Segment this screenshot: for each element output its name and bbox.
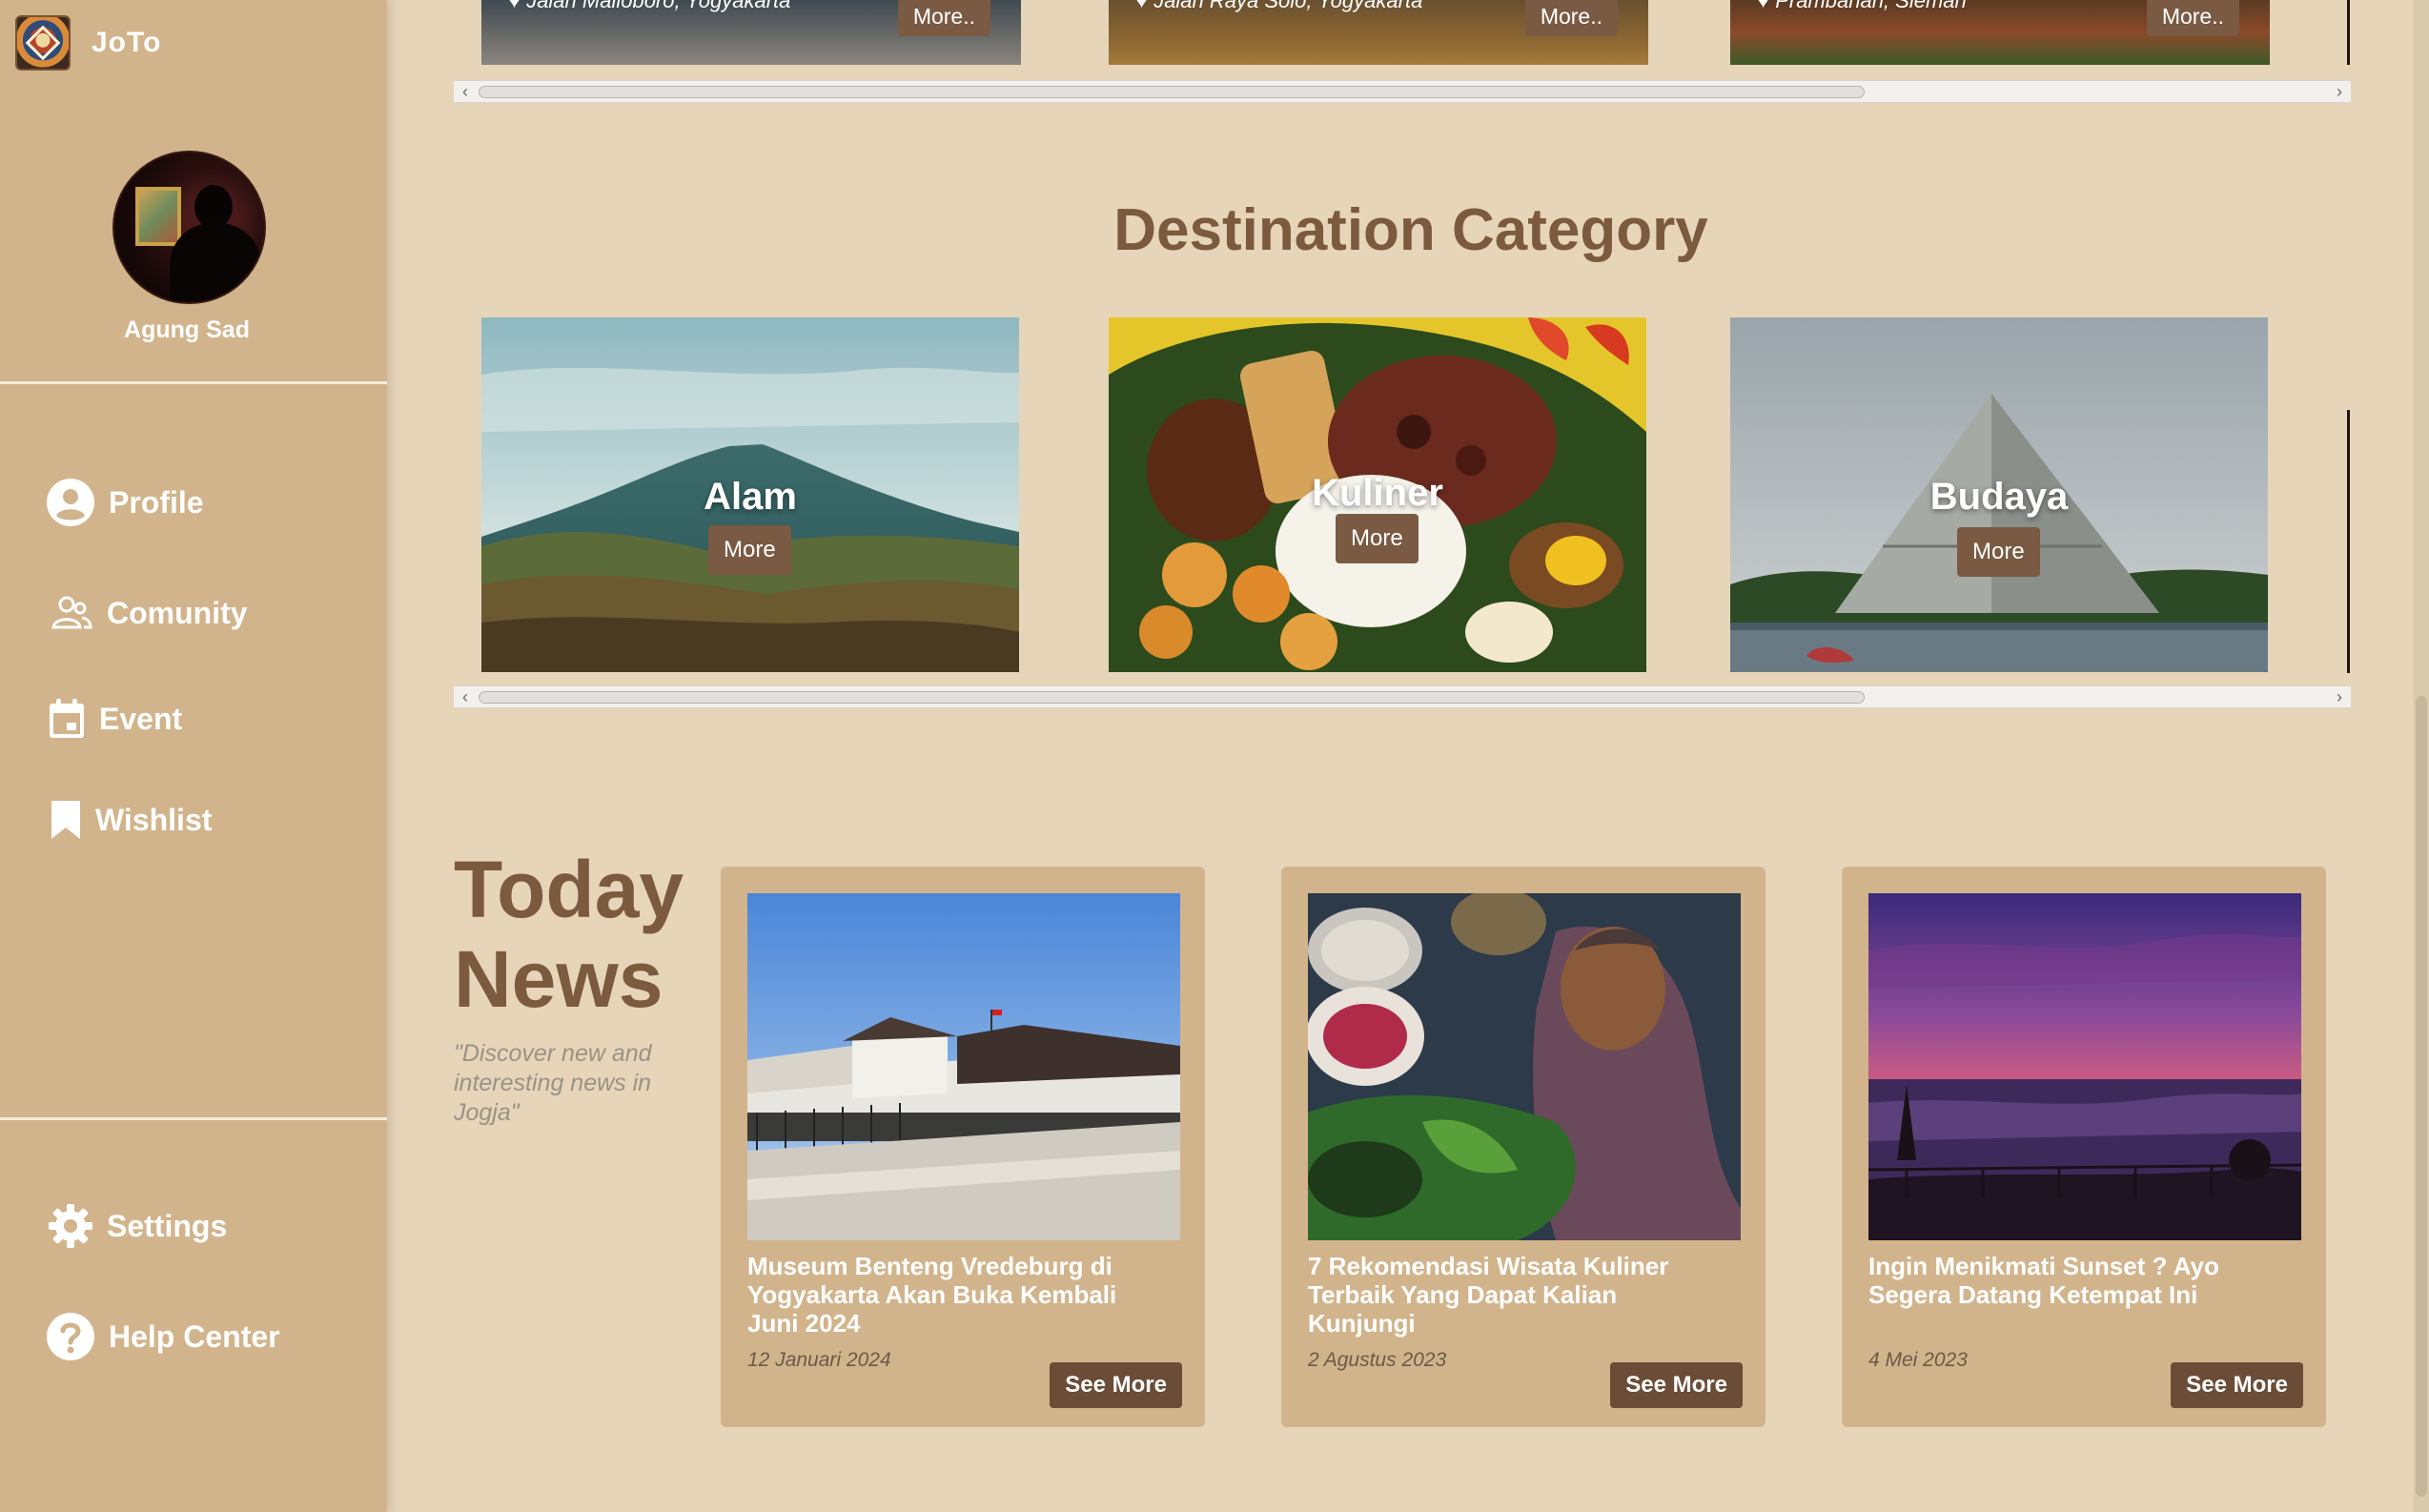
help-icon (47, 1313, 94, 1360)
sidebar-item-label: Settings (107, 1208, 228, 1243)
sidebar-divider-top (0, 381, 387, 384)
carousel-edge (2347, 0, 2350, 65)
category-label: Alam (704, 476, 797, 518)
avatar[interactable] (112, 151, 266, 304)
news-card[interactable]: 7 Rekomendasi Wisata Kuliner Terbaik Yan… (1281, 867, 1766, 1427)
community-icon (51, 596, 92, 629)
gear-icon (49, 1204, 92, 1248)
fort-image (747, 893, 1180, 1240)
see-more-button[interactable]: See More (1050, 1362, 1182, 1408)
news-headline[interactable]: 7 Rekomendasi Wisata Kuliner Terbaik Yan… (1308, 1252, 1727, 1338)
carousel-edge (2347, 410, 2350, 673)
section-title: Destination Category (1113, 197, 1708, 263)
destination-location: ♥ Jalan Malioboro, Yogyakarta (508, 0, 791, 12)
app-logo (15, 15, 71, 71)
category-card-kuliner[interactable]: Kuliner More (1109, 317, 1646, 672)
sidebar-item-label: Comunity (107, 595, 248, 630)
news-quote: "Discover new and interesting news in Jo… (454, 1040, 652, 1126)
sidebar: JoTo Agung Sad Profile Comunity Event Wi… (0, 0, 387, 1512)
sidebar-item-label: Event (99, 701, 183, 736)
news-headline[interactable]: Ingin Menikmati Sunset ? Ayo Segera Data… (1868, 1252, 2288, 1309)
destination-more-button[interactable]: More.. (1524, 0, 1618, 36)
category-more-button[interactable]: More (1957, 527, 2040, 577)
news-date: 12 Januari 2024 (747, 1349, 891, 1371)
sidebar-item-event[interactable]: Event (48, 698, 182, 740)
window-scrollbar-thumb[interactable] (2416, 696, 2427, 1497)
see-more-button[interactable]: See More (2171, 1362, 2303, 1408)
sidebar-item-settings[interactable]: Settings (48, 1203, 227, 1249)
sidebar-item-label: Profile (109, 484, 204, 520)
destination-location: ♥ Jalan Raya Solo, Yogyakarta (1135, 0, 1423, 12)
scroll-left-arrow[interactable]: ‹ (454, 81, 477, 104)
news-image (1868, 893, 2301, 1240)
user-circle-icon (47, 479, 94, 526)
see-more-button[interactable]: See More (1610, 1362, 1743, 1408)
news-title-line: Today (454, 845, 684, 934)
bookmark-icon (51, 801, 80, 839)
news-title-line: News (454, 934, 663, 1024)
sidebar-item-wishlist[interactable]: Wishlist (50, 799, 212, 841)
destination-scrollbar[interactable]: ‹ › (454, 80, 2351, 103)
news-headline[interactable]: Museum Benteng Vredeburg di Yogyakarta A… (747, 1252, 1167, 1338)
scroll-right-arrow[interactable]: › (2328, 81, 2351, 104)
destination-more-button[interactable]: More.. (2146, 0, 2239, 36)
avatar-painting (135, 187, 181, 246)
news-date: 4 Mei 2023 (1868, 1349, 1968, 1371)
sidebar-item-comunity[interactable]: Comunity (50, 591, 248, 635)
destination-card[interactable]: ♥ Prambanan, Sleman More.. (1730, 0, 2270, 65)
vendor-image (1308, 893, 1741, 1240)
news-image (1308, 893, 1741, 1240)
scrollbar-thumb[interactable] (479, 86, 1865, 98)
sunset-image (1868, 893, 2301, 1240)
category-more-button[interactable]: More (1336, 514, 1419, 563)
category-card-alam[interactable]: Alam More (481, 317, 1019, 672)
news-card[interactable]: Museum Benteng Vredeburg di Yogyakarta A… (721, 867, 1205, 1427)
destination-location: ♥ Prambanan, Sleman (1757, 0, 1967, 12)
category-label: Kuliner (1312, 472, 1443, 514)
category-scrollbar[interactable]: ‹ › (454, 685, 2351, 708)
news-card[interactable]: Ingin Menikmati Sunset ? Ayo Segera Data… (1842, 867, 2326, 1427)
news-image (747, 893, 1180, 1240)
scroll-right-arrow[interactable]: › (2328, 686, 2351, 709)
sidebar-item-label: Help Center (109, 1318, 280, 1354)
sidebar-item-label: Wishlist (95, 802, 213, 837)
sidebar-divider-bottom (0, 1117, 387, 1120)
news-section-title: Today News (454, 845, 684, 1024)
sidebar-item-help-center[interactable]: Help Center (46, 1312, 280, 1361)
category-more-button[interactable]: More (708, 525, 791, 575)
app-name: JoTo (92, 27, 162, 58)
sidebar-item-profile[interactable]: Profile (46, 478, 204, 527)
destination-card[interactable]: ♥ Jalan Raya Solo, Yogyakarta More.. (1109, 0, 1648, 65)
destination-card[interactable]: ♥ Jalan Malioboro, Yogyakarta More.. (481, 0, 1021, 65)
user-name: Agung Sad (124, 317, 250, 343)
window-scrollbar[interactable] (2414, 0, 2429, 1512)
category-card-budaya[interactable]: Budaya More (1730, 317, 2268, 672)
calendar-icon (50, 699, 84, 738)
scroll-left-arrow[interactable]: ‹ (454, 686, 477, 709)
category-label: Budaya (1929, 476, 2069, 518)
scrollbar-thumb[interactable] (479, 691, 1865, 704)
news-date: 2 Agustus 2023 (1308, 1349, 1447, 1371)
avatar-body (170, 223, 261, 302)
brand[interactable]: JoTo (15, 15, 161, 71)
destination-more-button[interactable]: More.. (897, 0, 990, 36)
